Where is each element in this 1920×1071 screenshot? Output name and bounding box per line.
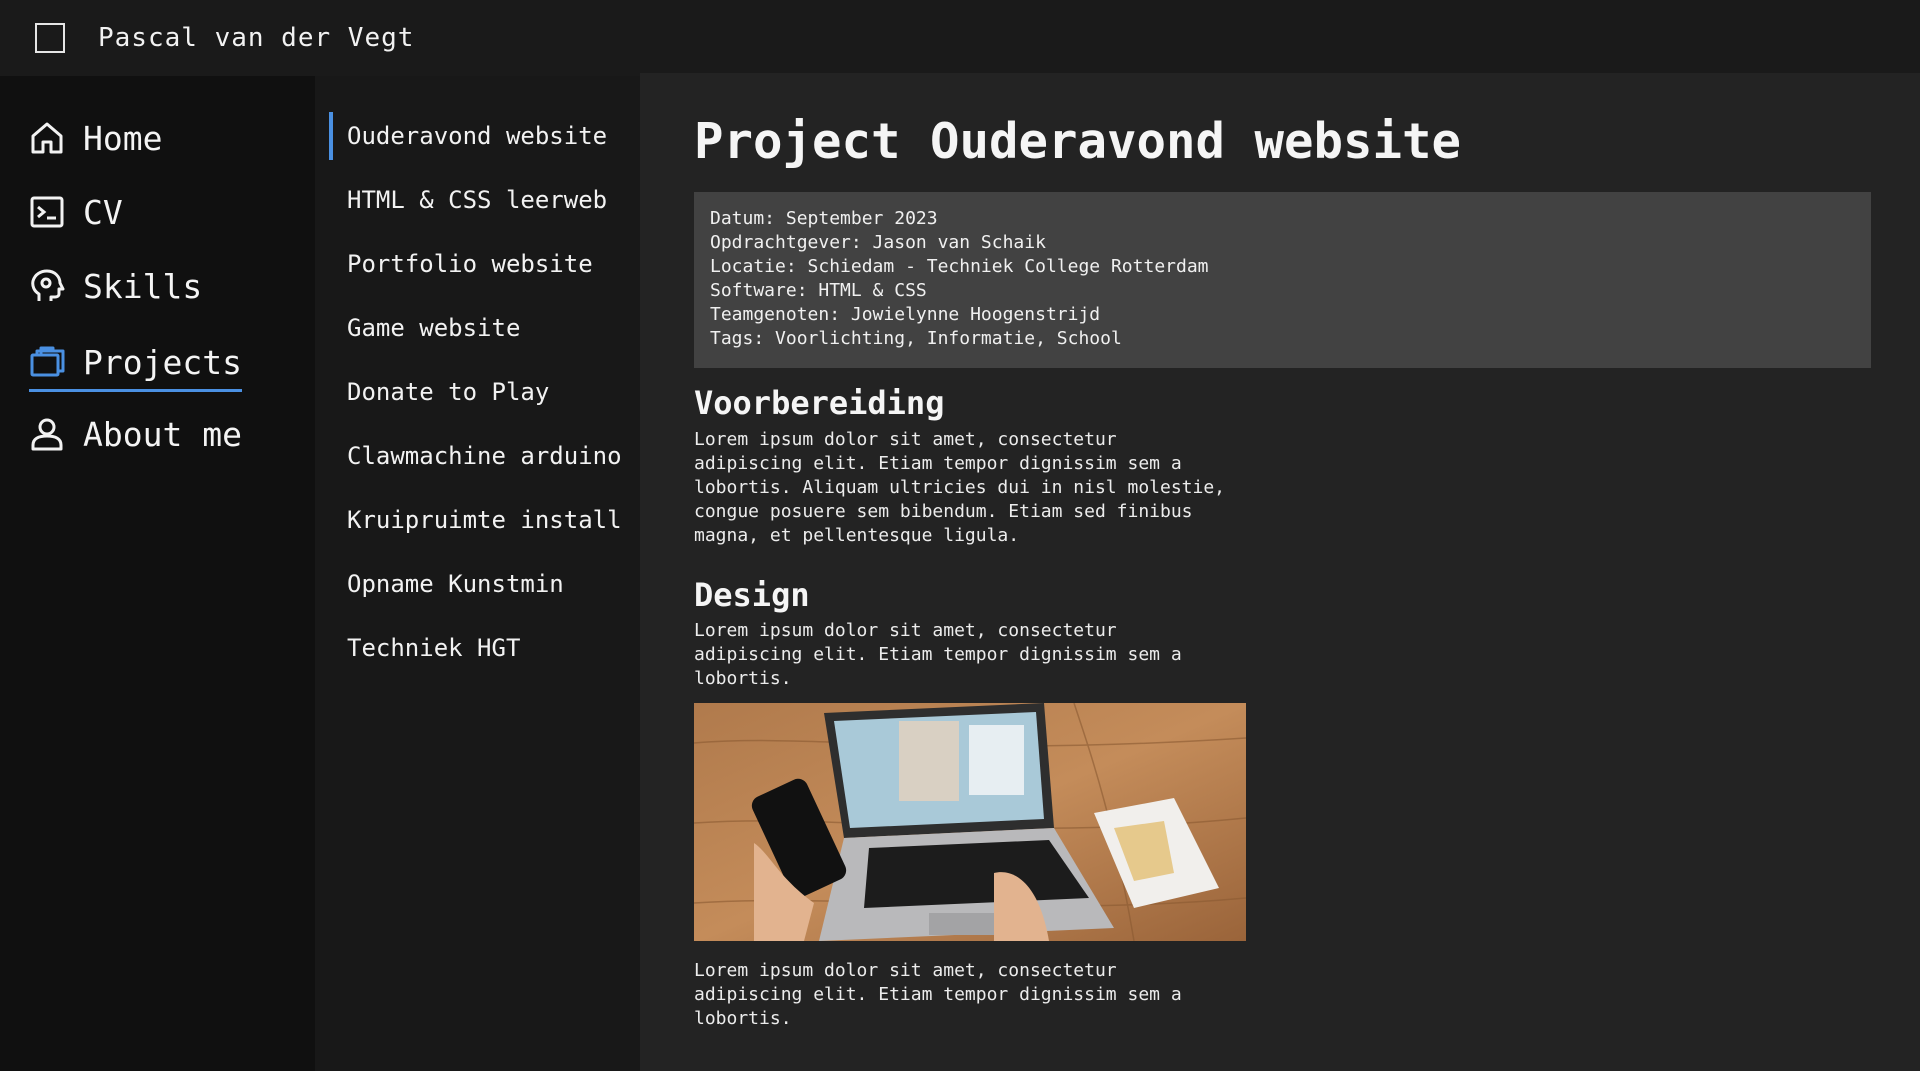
- section-text-design: Lorem ipsum dolor sit amet, consectetur …: [694, 620, 1182, 689]
- info-software: Software: HTML & CSS: [710, 280, 927, 301]
- project-link-opname-kunstmin[interactable]: Opname Kunstmin: [329, 560, 564, 608]
- home-icon: [29, 120, 65, 156]
- project-link-portfolio-website[interactable]: Portfolio website: [329, 240, 593, 288]
- info-date: Datum: September 2023: [710, 208, 938, 229]
- nav-item-label: CV: [83, 192, 123, 232]
- info-client: Opdrachtgever: Jason van Schaik: [710, 232, 1046, 253]
- main-content: Project Ouderavond website Datum: Septem…: [640, 73, 1920, 1071]
- project-link-techniek-hgt[interactable]: Techniek HGT: [329, 624, 520, 672]
- nav-item-label: About me: [83, 414, 242, 454]
- project-link-game-website[interactable]: Game website: [329, 304, 520, 352]
- nav-item-label: Skills: [83, 266, 203, 306]
- info-location: Locatie: Schiedam - Techniek College Rot…: [710, 256, 1209, 277]
- nav-item-label: Projects: [83, 342, 242, 382]
- section-title-voorbereiding: Voorbereiding: [694, 384, 945, 422]
- nav-item-about-me[interactable]: About me: [29, 409, 242, 459]
- nav-item-projects[interactable]: Projects: [29, 335, 242, 392]
- head-gear-icon: [29, 268, 65, 304]
- nav-item-label: Home: [83, 118, 163, 158]
- project-link-donate-to-play[interactable]: Donate to Play: [329, 368, 549, 416]
- nav-item-cv[interactable]: CV: [29, 187, 123, 237]
- project-link-ouderavond-website[interactable]: Ouderavond website: [329, 112, 607, 160]
- project-link-kruipruimte-install[interactable]: Kruipruimte install: [329, 496, 622, 544]
- project-link-html-css-leerweb[interactable]: HTML & CSS leerweb: [329, 176, 607, 224]
- section-text-voorbereiding: Lorem ipsum dolor sit amet, consectetur …: [694, 429, 1226, 546]
- site-brand[interactable]: Pascal van der Vegt: [98, 23, 414, 53]
- menu-toggle-checkbox[interactable]: [35, 23, 65, 53]
- terminal-icon: [29, 194, 65, 230]
- photo-caption-text: Lorem ipsum dolor sit amet, consectetur …: [694, 960, 1182, 1029]
- top-bar: Pascal van der Vegt: [0, 0, 1920, 76]
- briefcase-icon: [29, 344, 65, 380]
- user-icon: [29, 416, 65, 452]
- projects-subnav: Ouderavond website HTML & CSS leerweb Po…: [315, 76, 640, 1071]
- info-tags: Tags: Voorlichting, Informatie, School: [710, 328, 1122, 349]
- project-link-clawmachine-arduino[interactable]: Clawmachine arduino: [329, 432, 622, 480]
- primary-sidebar: Home CV Skills Projects About me: [0, 76, 315, 1071]
- page-title: Project Ouderavond website: [694, 113, 1462, 170]
- project-info-box: Datum: September 2023 Opdrachtgever: Jas…: [694, 192, 1871, 368]
- nav-item-skills[interactable]: Skills: [29, 261, 202, 311]
- nav-item-home[interactable]: Home: [29, 113, 162, 163]
- section-title-design: Design: [694, 576, 810, 614]
- info-teammates: Teamgenoten: Jowielynne Hoogenstrijd: [710, 304, 1101, 325]
- project-photo-laptop-on-desk: [694, 703, 1246, 941]
